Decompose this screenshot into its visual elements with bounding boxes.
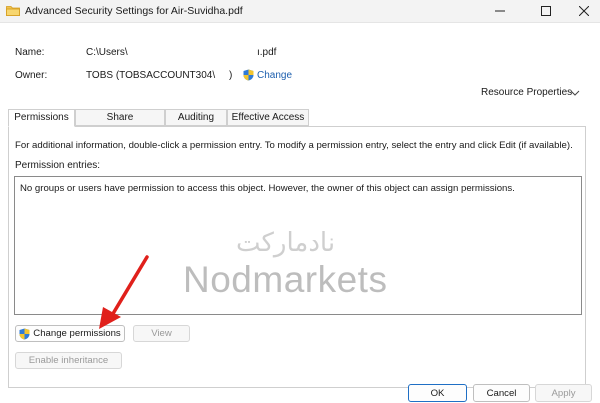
minimize-button[interactable] <box>480 0 520 22</box>
minimize-icon <box>495 10 505 12</box>
ok-button[interactable]: OK <box>408 384 467 402</box>
cancel-button[interactable]: Cancel <box>473 384 530 402</box>
name-suffix: ı.pdf <box>257 47 277 58</box>
tab-share[interactable]: Share <box>75 109 165 126</box>
tab-effective-access[interactable]: Effective Access <box>227 109 309 126</box>
tab-permissions[interactable]: Permissions <box>8 109 75 127</box>
owner-value: TOBS (TOBSACCOUNT304\ <box>86 70 216 81</box>
watermark-latin: Nodmarkets <box>183 259 388 300</box>
red-arrow-annotation <box>99 255 149 329</box>
empty-entries-message: No groups or users have permission to ac… <box>20 183 515 194</box>
dialog-content: Name: C:\Users\ ı.pdf Owner: TOBS (TOBSA… <box>0 22 600 403</box>
owner-close-paren: ) <box>229 70 233 81</box>
permission-entries-label: Permission entries: <box>15 160 101 171</box>
window-title: Advanced Security Settings for Air-Suvid… <box>25 5 243 17</box>
close-button[interactable] <box>564 0 600 22</box>
folder-icon <box>6 6 20 16</box>
uac-shield-icon <box>243 69 254 81</box>
owner-label: Owner: <box>15 70 48 81</box>
change-owner-link[interactable]: Change <box>257 70 292 81</box>
uac-shield-icon <box>19 328 30 339</box>
info-text: For additional information, double-click… <box>15 140 573 151</box>
name-label: Name: <box>15 47 45 58</box>
tab-auditing[interactable]: Auditing <box>165 109 227 126</box>
apply-button[interactable]: Apply <box>535 384 592 402</box>
maximize-button[interactable] <box>526 0 566 22</box>
title-bar: Advanced Security Settings for Air-Suvid… <box>0 0 600 22</box>
enable-inheritance-button[interactable]: Enable inheritance <box>15 352 122 369</box>
resource-properties-toggle[interactable]: Resource Properties <box>481 87 572 98</box>
close-icon <box>579 6 589 16</box>
name-value[interactable]: C:\Users\ <box>86 47 128 58</box>
maximize-icon <box>541 6 551 16</box>
watermark-arabic: نادمارکت <box>236 228 336 258</box>
chevron-down-icon[interactable] <box>570 89 580 97</box>
